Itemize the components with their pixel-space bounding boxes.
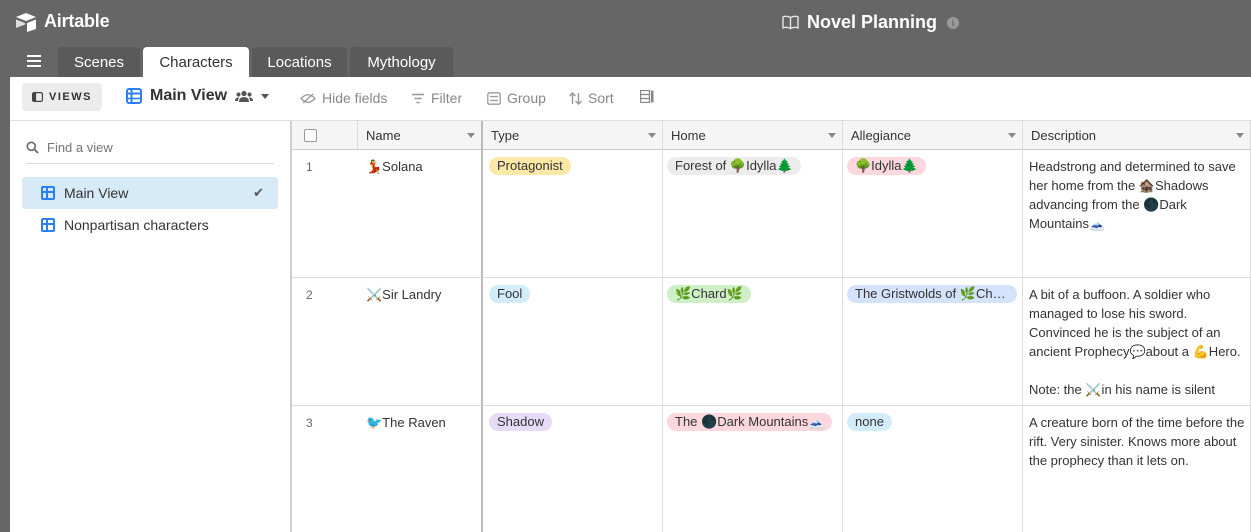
filter-icon [412, 93, 424, 103]
sidebar-view-label: Nonpartisan characters [64, 217, 209, 233]
hamburger-menu-icon[interactable] [27, 55, 41, 67]
table-tabs: Scenes Characters Locations Mythology [0, 45, 1251, 78]
grid-view-icon [126, 88, 142, 104]
filter-label: Filter [431, 90, 463, 106]
sort-label: Sort [588, 90, 614, 106]
column-header-description[interactable]: Description [1023, 121, 1251, 150]
row-height-icon [640, 90, 654, 103]
home-pill: The 🌑Dark Mountains🗻 [667, 413, 833, 431]
hide-fields-icon [300, 93, 316, 103]
views-sidebar: Main View ✔ Nonpartisan characters [10, 121, 292, 532]
book-icon [782, 15, 799, 30]
tab-locations[interactable]: Locations [252, 47, 347, 78]
cell-name: 💃Solana [366, 159, 423, 174]
cell-name: 🐦The Raven [366, 415, 446, 430]
tab-characters[interactable]: Characters [143, 47, 249, 78]
records-grid: Name Type Home Allegiance Description 1 … [292, 121, 1251, 532]
checkmark-icon: ✔ [253, 185, 264, 200]
column-header-type[interactable]: Type [483, 121, 663, 150]
sidebar-view-main-view[interactable]: Main View ✔ [22, 177, 278, 209]
column-header-home[interactable]: Home [663, 121, 843, 150]
base-name: Novel Planning [807, 12, 938, 32]
group-label: Group [507, 90, 546, 106]
select-all-checkbox[interactable] [304, 128, 317, 142]
airtable-logo[interactable]: Airtable [14, 11, 110, 32]
type-pill: Shadow [489, 413, 552, 431]
airtable-logo-icon [16, 12, 36, 32]
row-number: 3 [306, 416, 313, 430]
info-icon[interactable]: i [947, 16, 960, 29]
allegiance-pill: 🌳Idylla🌲 [847, 157, 926, 175]
column-menu-caret-icon[interactable] [467, 133, 475, 138]
column-header-name[interactable]: Name [358, 121, 483, 150]
hide-fields-button[interactable]: Hide fields [300, 90, 387, 106]
top-bar: Airtable Novel Planning i [0, 0, 1251, 45]
tab-scenes[interactable]: Scenes [58, 47, 140, 78]
grid-view-icon [41, 218, 55, 232]
find-view-input[interactable] [47, 139, 247, 155]
row-height-button[interactable] [640, 90, 654, 103]
cell-description: A bit of a buffoon. A soldier who manage… [1029, 287, 1241, 397]
hide-fields-label: Hide fields [322, 90, 388, 106]
header-select-all [292, 121, 358, 150]
sidebar-view-label: Main View [64, 185, 129, 201]
row-number: 2 [306, 288, 313, 302]
type-pill: Fool [489, 285, 531, 303]
home-pill: 🌿Chard🌿 [667, 285, 751, 303]
type-pill: Protagonist [489, 157, 571, 175]
column-header-allegiance[interactable]: Allegiance [843, 121, 1023, 150]
sort-button[interactable]: Sort [569, 90, 614, 106]
search-icon [26, 141, 39, 154]
base-title[interactable]: Novel Planning i [782, 12, 960, 33]
grid-view-icon [41, 186, 55, 200]
column-menu-caret-icon[interactable] [648, 133, 656, 138]
current-view-selector[interactable]: Main View [126, 87, 270, 105]
allegiance-pill: The Gristwolds of 🌿Chard🌿 [847, 285, 1017, 303]
cell-description: Headstrong and determined to save her ho… [1029, 159, 1236, 231]
sidebar-view-nonpartisan-characters[interactable]: Nonpartisan characters [22, 209, 278, 241]
group-icon [487, 91, 501, 105]
chevron-down-icon [261, 93, 270, 99]
column-menu-caret-icon[interactable] [1008, 133, 1016, 138]
cell-description: A creature born of the time before the r… [1029, 415, 1245, 468]
allegiance-pill: none [847, 413, 892, 431]
tab-mythology[interactable]: Mythology [350, 47, 453, 78]
filter-button[interactable]: Filter [411, 90, 462, 106]
views-label: VIEWS [49, 91, 92, 103]
sidebar-toggle-icon [32, 92, 44, 102]
row-number: 1 [306, 160, 313, 174]
sort-icon [569, 91, 582, 105]
home-pill: Forest of 🌳Idylla🌲 [667, 157, 801, 175]
group-button[interactable]: Group [487, 90, 546, 106]
collaborators-icon [235, 90, 254, 102]
column-menu-caret-icon[interactable] [1236, 133, 1244, 138]
current-view-name: Main View [150, 87, 228, 104]
views-toggle-button[interactable]: VIEWS [22, 83, 102, 111]
column-menu-caret-icon[interactable] [828, 133, 836, 138]
app-name: Airtable [44, 11, 110, 31]
cell-name: ⚔️Sir Landry [366, 287, 442, 302]
find-view-search [26, 131, 274, 164]
view-toolbar: VIEWS Main View Hide fields Filter Group… [10, 77, 1251, 121]
